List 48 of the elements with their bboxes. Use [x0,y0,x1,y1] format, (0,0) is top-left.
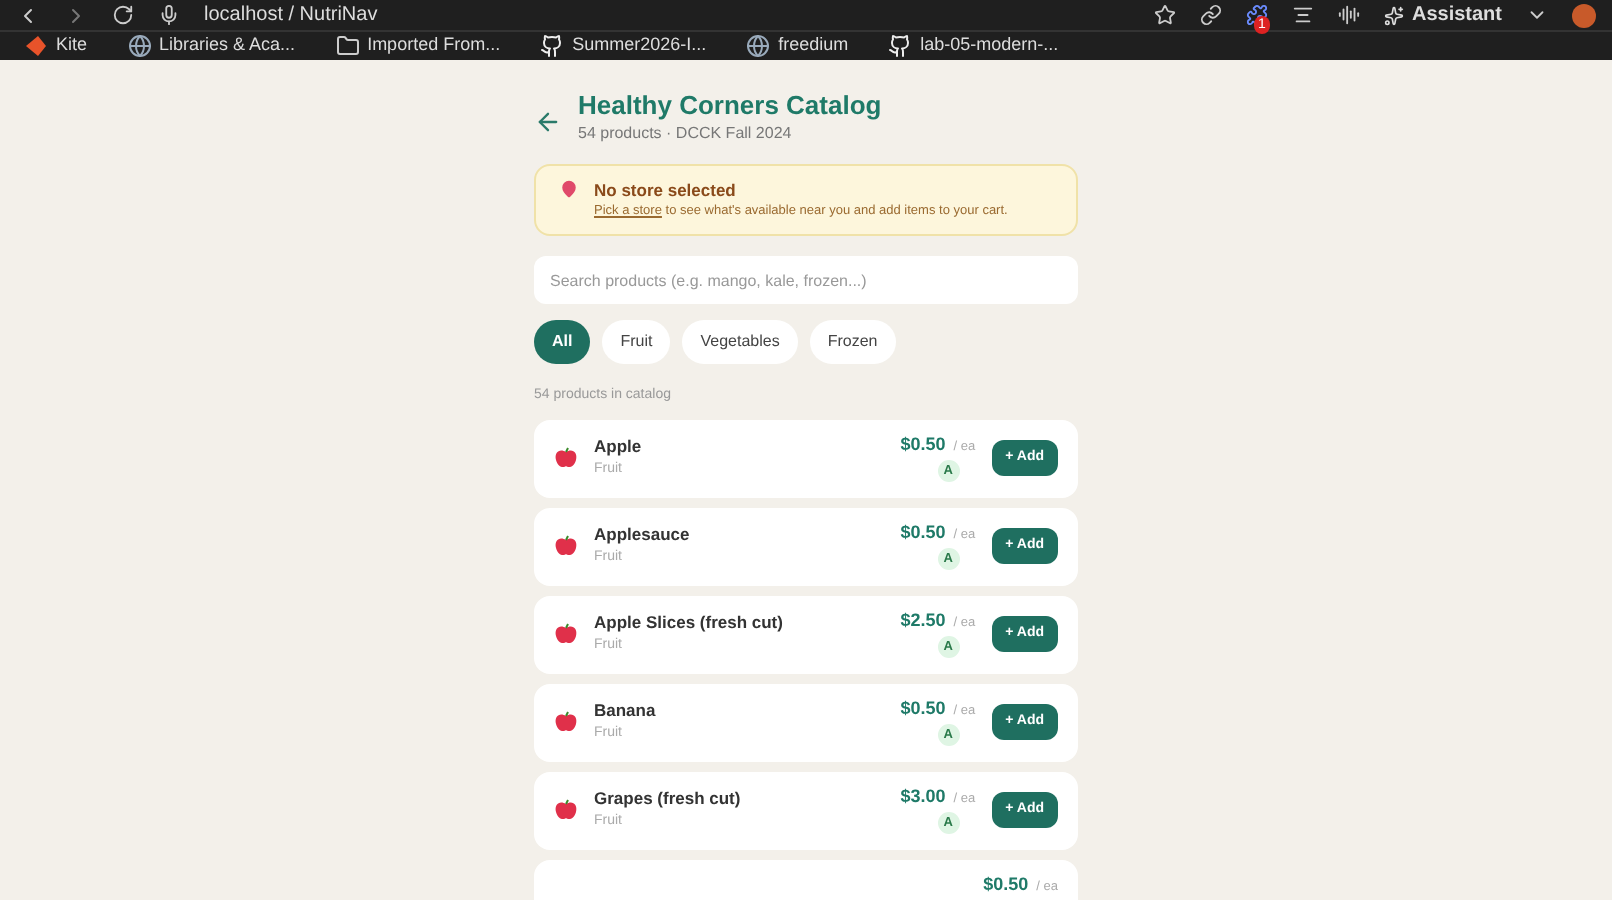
product-price: $0.50 [900,695,946,721]
bookmark-link[interactable]: Libraries & Aca... [127,32,296,59]
audio-icon[interactable] [1337,4,1360,26]
product-price: $3.00 [900,783,946,809]
globe-icon [746,33,771,58]
star-icon[interactable] [1153,4,1176,26]
product-price: $0.50 [900,519,946,545]
product-name: Apple Slices (fresh cut) [594,610,785,637]
product-name: Banana [594,698,658,725]
filter-chip[interactable]: Frozen [809,320,896,364]
address-field[interactable]: localhost / NutriNav [204,0,378,30]
apple-icon [554,710,578,734]
product-price: $0.50 [983,871,1029,897]
pin-icon [560,179,578,197]
product-price: $0.50 [900,431,946,457]
apple-icon [554,798,578,822]
bookmark-link[interactable]: Imported From... [335,32,501,59]
page-title: Healthy Corners Catalog [578,89,882,121]
search-field[interactable]: Search products (e.g. mango, kale, frozen...) [534,256,1078,304]
kite-icon [24,33,48,58]
github-icon [888,33,913,58]
globe-icon [127,33,152,58]
apple-icon [554,446,578,470]
assistant-button[interactable]: Assistant [1383,0,1502,30]
sparkle-icon [1383,5,1404,25]
apple-icon [554,534,578,558]
filter-chip[interactable]: Vegetables [682,320,798,364]
filter-chip[interactable]: Fruit [602,320,671,364]
filter-chip[interactable]: All [534,320,591,364]
page-subtitle: 54 products · DCCK Fall 2024 [578,121,794,145]
github-icon [540,33,565,58]
microphone-icon[interactable] [158,4,180,26]
bookmark-link[interactable]: lab-05-modern-... [888,32,1059,59]
product-name: Apple [594,434,644,461]
bookmark-link[interactable]: freedium [746,32,849,59]
menu-icon[interactable] [1291,4,1314,26]
bookmark-link[interactable]: Kite [24,32,88,59]
folder-icon [335,33,360,58]
product-price: $2.50 [900,607,946,633]
link-icon[interactable] [1199,4,1222,26]
alert-title: No store selected [594,177,738,203]
reload-icon[interactable] [112,4,134,26]
bookmark-link[interactable]: Summer2026-I... [540,32,707,59]
apple-icon [554,622,578,646]
extension-icon[interactable] [1245,4,1268,26]
avatar[interactable] [1572,3,1596,27]
product-name: Grapes (fresh cut) [594,786,743,813]
product-name: Applesauce [594,522,692,549]
